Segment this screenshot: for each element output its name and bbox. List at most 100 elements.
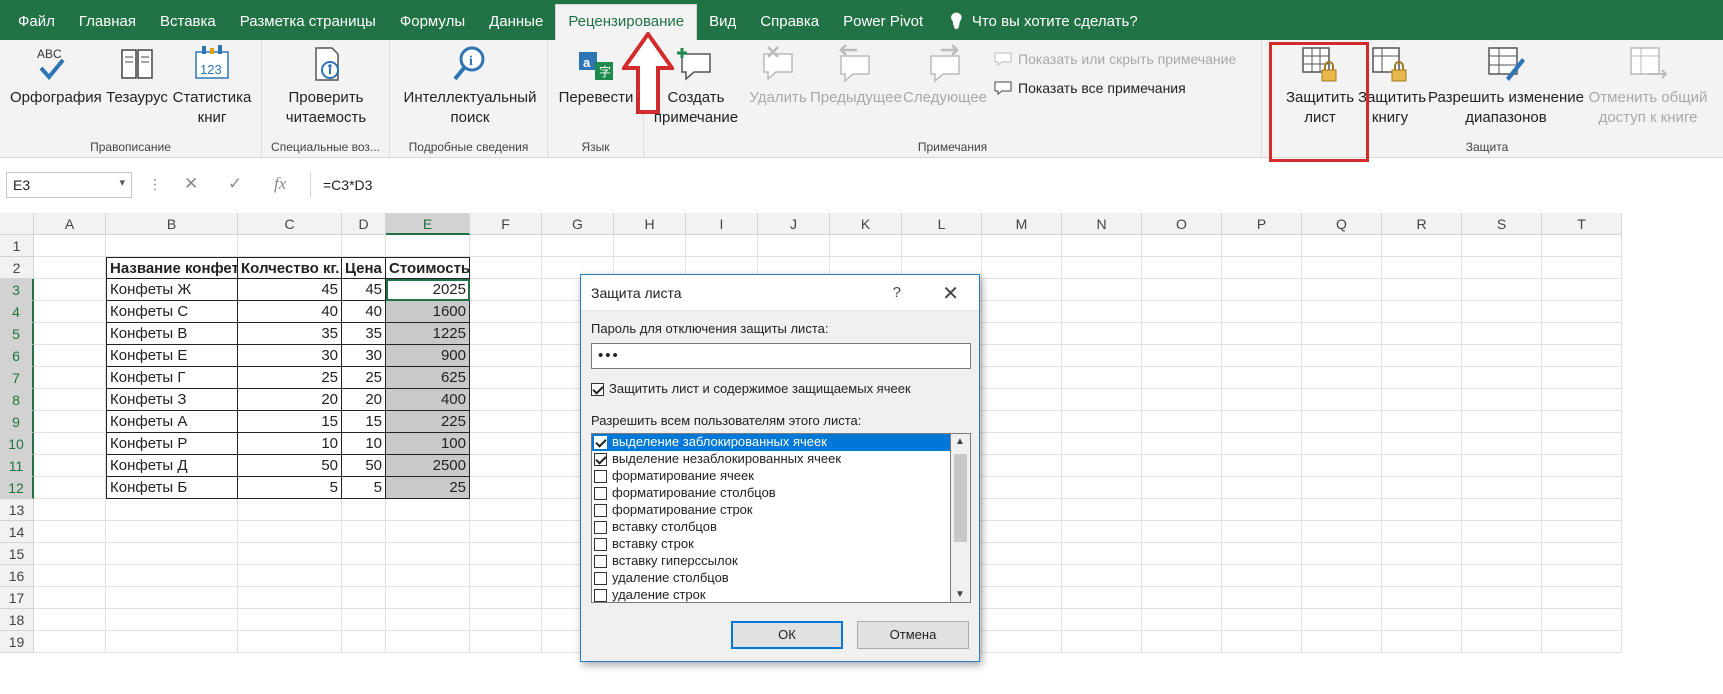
cell[interactable] [1542, 587, 1622, 609]
checkbox-empty-icon[interactable] [594, 555, 607, 569]
tab-10[interactable]: 💡 Что вы хотите сделать? [935, 0, 1150, 40]
cell[interactable] [1462, 609, 1542, 631]
cell[interactable] [1302, 543, 1382, 565]
protect-contents-checkbox[interactable]: Защитить лист и содержимое защищаемых яч… [591, 381, 911, 397]
cancel-button[interactable]: Отмена [857, 621, 969, 649]
cell[interactable] [342, 631, 386, 653]
permission-item[interactable]: форматирование столбцов [592, 485, 950, 502]
tab-1[interactable]: Главная [67, 0, 148, 40]
cell[interactable]: 50 [238, 455, 342, 477]
show-hide-comment-button[interactable]: Показать или скрыть примечание [994, 51, 1236, 67]
column-header[interactable]: C [238, 213, 342, 235]
cell[interactable] [1302, 587, 1382, 609]
cell[interactable] [34, 301, 106, 323]
cell[interactable] [106, 609, 238, 631]
cell[interactable] [470, 565, 542, 587]
row-header[interactable]: 9 [0, 411, 34, 433]
cell[interactable] [1222, 345, 1302, 367]
permission-item[interactable]: выделение незаблокированных ячеек [592, 451, 950, 468]
cell[interactable] [34, 587, 106, 609]
cell[interactable] [1062, 433, 1142, 455]
cell[interactable] [1062, 587, 1142, 609]
cell[interactable] [982, 499, 1062, 521]
row-header[interactable]: 10 [0, 433, 34, 455]
column-header[interactable]: F [470, 213, 542, 235]
cell[interactable] [982, 257, 1062, 279]
permissions-list[interactable]: выделение заблокированных ячеек выделение… [591, 433, 951, 603]
cell[interactable] [34, 235, 106, 257]
cell[interactable]: 10 [238, 433, 342, 455]
cell[interactable] [470, 521, 542, 543]
cell[interactable] [1062, 455, 1142, 477]
cell[interactable] [1142, 433, 1222, 455]
cell[interactable] [1302, 609, 1382, 631]
cell[interactable] [342, 543, 386, 565]
cell[interactable] [1142, 631, 1222, 653]
cell[interactable]: 10 [342, 433, 386, 455]
cell[interactable]: 2500 [386, 455, 470, 477]
cell[interactable] [686, 235, 758, 257]
cell[interactable]: 1225 [386, 323, 470, 345]
cell[interactable]: 225 [386, 411, 470, 433]
cell[interactable] [1542, 411, 1622, 433]
cell[interactable] [1462, 521, 1542, 543]
cell[interactable] [1142, 477, 1222, 499]
cell[interactable] [34, 433, 106, 455]
cell[interactable]: 15 [238, 411, 342, 433]
cell[interactable] [470, 609, 542, 631]
cell[interactable] [34, 455, 106, 477]
cell[interactable] [470, 235, 542, 257]
scroll-down-icon[interactable]: ▼ [951, 589, 969, 600]
cell[interactable] [1142, 587, 1222, 609]
password-input[interactable]: ••• [591, 343, 971, 369]
cell[interactable] [34, 389, 106, 411]
cell[interactable] [1142, 609, 1222, 631]
row-header[interactable]: 11 [0, 455, 34, 477]
cell[interactable] [982, 301, 1062, 323]
cell[interactable] [1382, 565, 1462, 587]
cell[interactable] [34, 411, 106, 433]
cell[interactable] [1142, 323, 1222, 345]
cell[interactable] [1542, 521, 1622, 543]
scroll-thumb[interactable] [954, 454, 967, 542]
cell[interactable] [342, 609, 386, 631]
cell[interactable] [1222, 433, 1302, 455]
cell[interactable] [106, 565, 238, 587]
tab-9[interactable]: Power Pivot [831, 0, 935, 40]
cell[interactable] [34, 477, 106, 499]
cell[interactable] [1142, 257, 1222, 279]
cell[interactable] [1462, 565, 1542, 587]
column-header[interactable]: H [614, 213, 686, 235]
cell[interactable] [1382, 499, 1462, 521]
cell[interactable]: 30 [342, 345, 386, 367]
cell[interactable] [1382, 279, 1462, 301]
tab-5[interactable]: Данные [477, 0, 555, 40]
cell[interactable] [1142, 499, 1222, 521]
select-all-corner[interactable] [0, 213, 34, 235]
cell[interactable] [982, 609, 1062, 631]
unshare-workbook-button[interactable]: Отменить общий доступ к книге [1588, 44, 1708, 128]
cell[interactable] [1382, 609, 1462, 631]
cell[interactable] [1222, 279, 1302, 301]
column-header[interactable]: Q [1302, 213, 1382, 235]
cell[interactable] [1142, 565, 1222, 587]
cell[interactable] [1462, 257, 1542, 279]
formula-input[interactable]: =C3*D3 [310, 172, 1723, 198]
chevron-down-icon[interactable]: ▾ [119, 176, 125, 189]
cell[interactable] [1222, 477, 1302, 499]
cell[interactable]: 45 [342, 279, 386, 301]
show-all-comments-button[interactable]: Показать все примечания [994, 80, 1186, 96]
cell[interactable] [1302, 565, 1382, 587]
cell[interactable] [1462, 323, 1542, 345]
checkbox-checked-icon[interactable] [594, 436, 607, 450]
cell[interactable] [1062, 477, 1142, 499]
checkbox-empty-icon[interactable] [594, 589, 607, 602]
cell[interactable] [386, 235, 470, 257]
cell[interactable] [34, 609, 106, 631]
cell[interactable] [1142, 235, 1222, 257]
cell[interactable] [470, 257, 542, 279]
row-header[interactable]: 7 [0, 367, 34, 389]
cell[interactable]: Цена [342, 257, 386, 279]
permission-item[interactable]: удаление столбцов [592, 570, 950, 587]
cell[interactable]: 5 [238, 477, 342, 499]
